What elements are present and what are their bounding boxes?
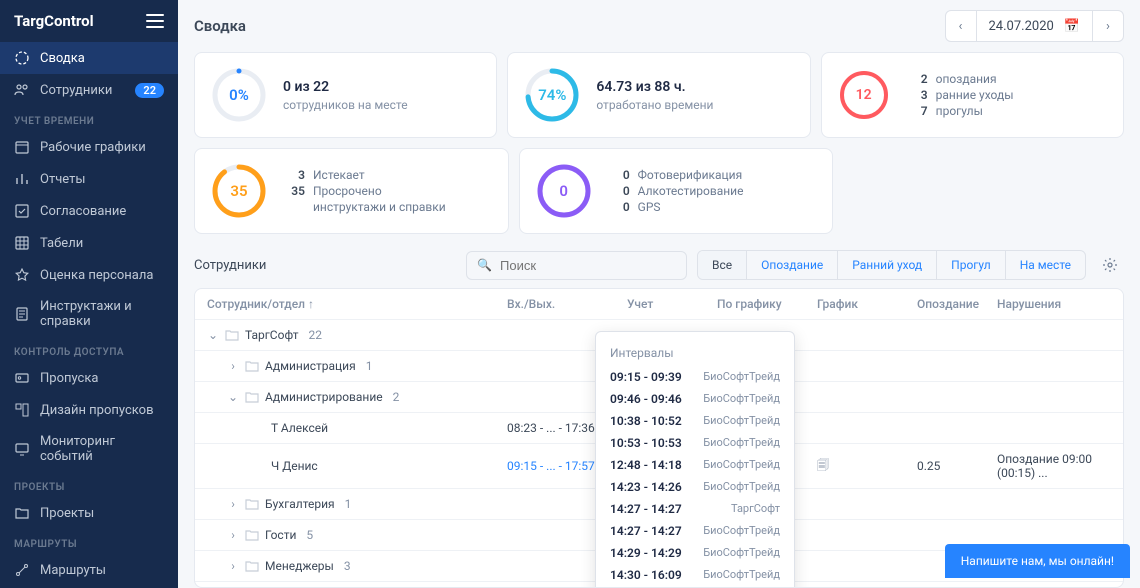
date-picker: ‹ 24.07.2020 📅 ›	[945, 10, 1125, 42]
expand-toggle-icon[interactable]: ›	[227, 497, 239, 511]
card-expiring: 35 3Истекает 35Просрочено инструктажи и …	[194, 148, 509, 234]
chart-icon	[14, 171, 30, 187]
col-actual[interactable]: Учет	[627, 297, 717, 311]
date-prev-button[interactable]: ‹	[945, 10, 977, 42]
check-icon	[14, 203, 30, 219]
card-checks: 0 0Фотоверификация 0Алкотестирование 0GP…	[519, 148, 834, 234]
sidebar-item-passes[interactable]: Пропуска	[0, 362, 178, 394]
chat-widget[interactable]: Напишите нам, мы онлайн!	[945, 544, 1130, 578]
monitor-icon	[14, 441, 30, 457]
sidebar-item-approval[interactable]: Согласование	[0, 195, 178, 227]
id-icon	[14, 370, 30, 386]
popup-interval-row: 09:15 - 09:39БиоСофтТрейд	[596, 366, 794, 388]
expand-toggle-icon[interactable]: ›	[227, 359, 239, 373]
col-shift[interactable]: График	[817, 297, 917, 311]
popup-interval-row: 14:27 - 14:27БиоСофтТрейд	[596, 520, 794, 542]
sidebar-item-reports[interactable]: Отчеты	[0, 163, 178, 195]
on-site-ring: 0%	[211, 67, 267, 123]
sidebar-item-assessment[interactable]: Оценка персонала	[0, 259, 178, 291]
filter-absent[interactable]: Прогул	[937, 251, 1006, 279]
popup-interval-row: 14:29 - 14:29БиоСофтТрейд	[596, 542, 794, 564]
expand-toggle-icon[interactable]: ⌄	[227, 390, 239, 404]
date-next-button[interactable]: ›	[1092, 10, 1124, 42]
card-violations: 12 2опоздания 3ранние уходы 7прогулы	[821, 52, 1124, 138]
route-icon	[14, 562, 30, 578]
popup-interval-row: 12:48 - 14:18БиоСофтТрейд	[596, 454, 794, 476]
popup-interval-row: 10:53 - 10:53БиоСофтТрейд	[596, 432, 794, 454]
worked-ring: 74%	[524, 67, 580, 123]
sidebar-item-summary[interactable]: Сводка	[0, 42, 178, 74]
folder-icon	[225, 328, 239, 342]
col-employee[interactable]: Сотрудник/отдел ↑	[207, 297, 507, 311]
sidebar-item-monitoring[interactable]: Мониторинг событий	[0, 426, 178, 472]
people-icon	[14, 82, 30, 98]
folder-icon	[245, 497, 259, 511]
sidebar-item-timesheets[interactable]: Табели	[0, 227, 178, 259]
card-on-site: 0% 0 из 22 сотрудников на месте	[194, 52, 497, 138]
search-input[interactable]	[500, 258, 676, 273]
sidebar-section-access: КОНТРОЛЬ ДОСТУПА	[0, 337, 178, 362]
folder-icon	[245, 359, 259, 373]
popup-interval-row: 10:38 - 10:52БиоСофтТрейд	[596, 410, 794, 432]
sidebar: TargControl Сводка Сотрудники 22 УЧЕТ ВР…	[0, 0, 178, 588]
employee-table: Сотрудник/отдел ↑ Вх./Вых. Учет По графи…	[194, 288, 1124, 588]
filter-tabs: Все Опоздание Ранний уход Прогул На мест…	[697, 250, 1086, 280]
expand-toggle-icon[interactable]: ›	[227, 559, 239, 573]
sidebar-item-routes[interactable]: Маршруты	[0, 554, 178, 586]
table-settings-button[interactable]	[1096, 251, 1124, 279]
filter-all[interactable]: Все	[698, 251, 747, 279]
table-title: Сотрудники	[194, 258, 266, 273]
sidebar-item-briefings[interactable]: Инструктажи и справки	[0, 291, 178, 337]
folder-icon	[245, 528, 259, 542]
sidebar-item-projects[interactable]: Проекты	[0, 497, 178, 529]
folder-icon	[14, 505, 30, 521]
schedule-icon: 🗐	[817, 458, 829, 472]
popup-interval-row: 14:27 - 14:27ТаргСофт	[596, 498, 794, 520]
star-icon	[14, 267, 30, 283]
menu-toggle-icon[interactable]	[146, 14, 164, 28]
calendar-icon	[14, 139, 30, 155]
search-box[interactable]: 🔍	[466, 251, 687, 280]
expand-toggle-icon[interactable]: ⌄	[207, 328, 219, 342]
popup-interval-row: 14:23 - 14:26БиоСофтТрейд	[596, 476, 794, 498]
document-icon	[14, 306, 30, 322]
col-schedule[interactable]: По графику	[717, 297, 817, 311]
main: Сводка ‹ 24.07.2020 📅 › 0% 0 из 22 сотру…	[178, 0, 1140, 588]
popup-interval-row: 14:30 - 16:09БиоСофтТрейд	[596, 564, 794, 586]
violations-ring: 12	[838, 69, 890, 121]
sidebar-section-routes: МАРШРУТЫ	[0, 529, 178, 554]
sidebar-item-schedules[interactable]: Рабочие графики	[0, 131, 178, 163]
search-icon: 🔍	[477, 258, 492, 272]
col-violations[interactable]: Нарушения	[997, 297, 1111, 311]
expiring-ring: 35	[211, 163, 267, 219]
app-logo: TargControl	[14, 12, 94, 30]
filter-onsite[interactable]: На месте	[1006, 251, 1085, 279]
checks-ring: 0	[536, 163, 592, 219]
sidebar-section-projects: ПРОЕКТЫ	[0, 472, 178, 497]
card-worked: 74% 64.73 из 88 ч. отработано времени	[507, 52, 810, 138]
grid-icon	[14, 235, 30, 251]
expand-toggle-icon[interactable]: ›	[227, 528, 239, 542]
col-late[interactable]: Опоздание	[917, 297, 997, 311]
employees-badge: 22	[135, 83, 164, 98]
col-in-out[interactable]: Вх./Вых.	[507, 297, 627, 311]
layout-icon	[14, 402, 30, 418]
sidebar-item-pass-design[interactable]: Дизайн пропусков	[0, 394, 178, 426]
page-title: Сводка	[194, 17, 246, 35]
filter-early[interactable]: Ранний уход	[838, 251, 937, 279]
folder-icon	[245, 559, 259, 573]
intervals-popup: Интервалы 09:15 - 09:39БиоСофтТрейд09:46…	[595, 331, 795, 588]
popup-interval-row: 09:46 - 09:46БиоСофтТрейд	[596, 388, 794, 410]
popup-title: Интервалы	[596, 340, 794, 366]
calendar-icon: 📅	[1064, 19, 1080, 34]
folder-icon	[245, 390, 259, 404]
filter-late[interactable]: Опоздание	[747, 251, 838, 279]
sidebar-section-time: УЧЕТ ВРЕМЕНИ	[0, 106, 178, 131]
sidebar-item-employees[interactable]: Сотрудники 22	[0, 74, 178, 106]
date-display[interactable]: 24.07.2020 📅	[977, 10, 1093, 42]
dashboard-icon	[14, 50, 30, 66]
